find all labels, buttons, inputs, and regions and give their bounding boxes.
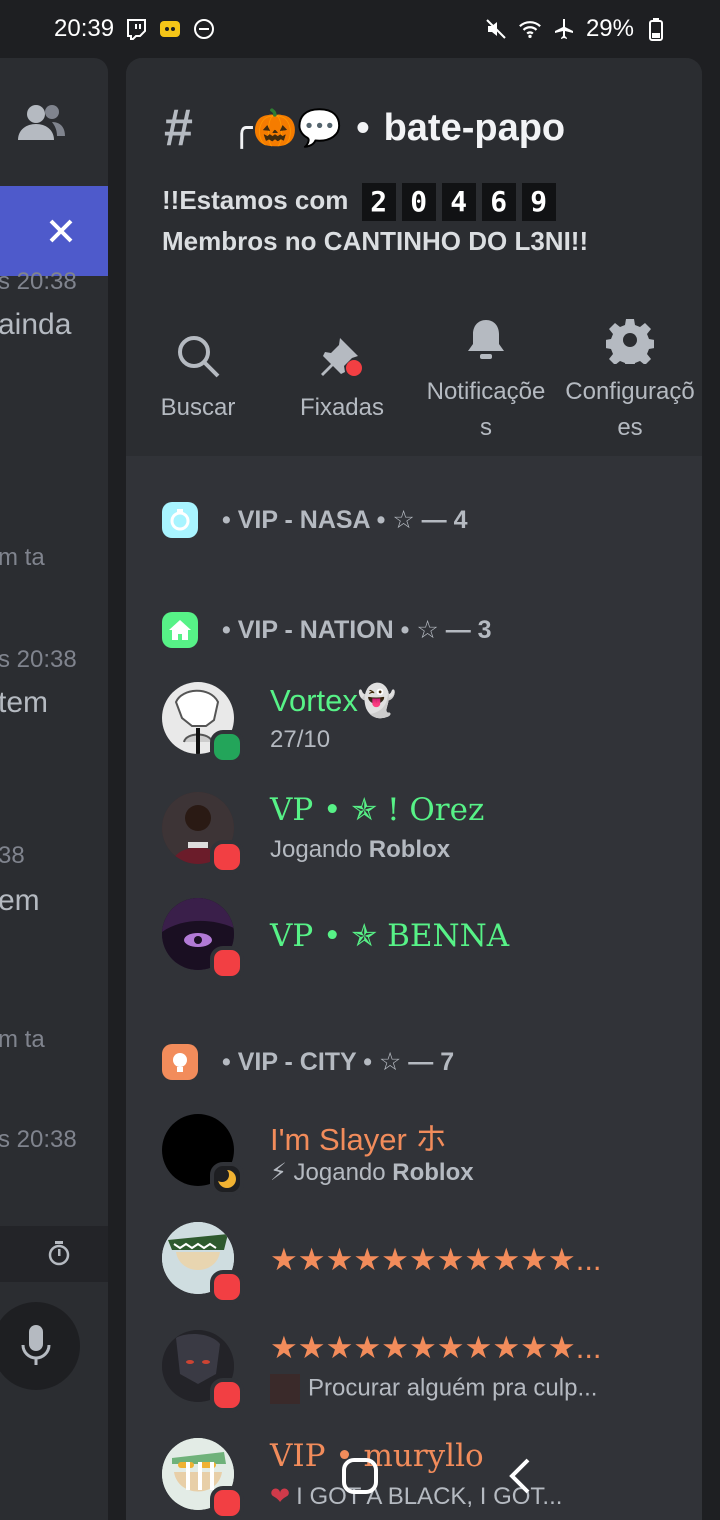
member-name: ★★★★★★★★★★★... bbox=[270, 1242, 602, 1277]
topic-suffix: Membros no CANTINHO DO L3NI!! bbox=[162, 226, 589, 257]
member-activity: ⚡ Jogando Roblox bbox=[270, 1158, 474, 1187]
status-online-icon bbox=[210, 730, 244, 764]
member-row[interactable]: I'm Slayer ホ ⚡ Jogando Roblox bbox=[162, 1114, 682, 1196]
home-nav-icon[interactable] bbox=[340, 1456, 380, 1496]
counter-digit: 9 bbox=[521, 183, 556, 222]
channel-dot: • bbox=[356, 106, 370, 149]
airplane-mode-icon bbox=[552, 17, 576, 41]
role-header-nasa: • VIP - NASA • ☆ — 4 bbox=[162, 502, 468, 538]
member-row[interactable]: ★★★★★★★★★★★... Procurar alguém pra culp.… bbox=[162, 1330, 682, 1412]
system-navigation-bar bbox=[0, 1432, 720, 1520]
member-list: • VIP - NASA • ☆ — 4 • VIP - NATION • ☆ … bbox=[126, 456, 702, 1520]
wifi-icon bbox=[518, 17, 542, 41]
close-banner-icon[interactable] bbox=[46, 216, 76, 251]
status-time: 20:39 bbox=[54, 15, 115, 42]
channel-info-panel: # ╭🎃💬 • bate-papo !!Estamos com 2 0 4 6 … bbox=[126, 58, 702, 1520]
status-bar: 20:39 29% bbox=[0, 0, 720, 58]
app-notification-icon bbox=[158, 17, 182, 41]
gear-icon bbox=[606, 319, 654, 364]
notifications-button[interactable]: Notificaçõe s bbox=[414, 302, 558, 456]
member-name: VP • ✯ BENNA bbox=[270, 918, 510, 954]
message-snippet: em bbox=[0, 884, 40, 917]
battery-icon bbox=[644, 17, 668, 41]
member-row[interactable]: VP • ✯ ! Orez Jogando Roblox bbox=[162, 792, 682, 874]
mute-icon bbox=[484, 17, 508, 41]
activity-thumbnail bbox=[270, 1374, 300, 1404]
slowmode-bar bbox=[0, 1226, 108, 1282]
message-timestamp: s 20:38 bbox=[0, 268, 77, 295]
role-header-nation: • VIP - NATION • ☆ — 3 bbox=[162, 612, 492, 648]
member-row[interactable]: VP • ✯ BENNA bbox=[162, 898, 682, 980]
channel-hash-icon: # bbox=[164, 99, 193, 157]
search-icon bbox=[178, 336, 220, 378]
home-role-icon bbox=[162, 612, 198, 648]
pin-icon bbox=[321, 338, 362, 376]
members-icon[interactable] bbox=[16, 102, 66, 149]
member-row[interactable]: ★★★★★★★★★★★... bbox=[162, 1222, 682, 1304]
settings-button[interactable]: Configuraçõ es bbox=[558, 302, 702, 456]
role-header-city: • VIP - CITY • ☆ — 7 bbox=[162, 1044, 454, 1080]
member-name: VP • ✯ ! Orez bbox=[270, 792, 485, 828]
activity-prefix: Jogando bbox=[270, 836, 369, 863]
role-label: • VIP - CITY • ☆ — 7 bbox=[222, 1048, 455, 1076]
channel-toolbar: Buscar Fixadas Notificaçõe s Configuraçõ… bbox=[126, 302, 702, 456]
counter-digit: 4 bbox=[441, 183, 476, 222]
activity-game: Roblox bbox=[392, 1159, 474, 1186]
microphone-icon bbox=[21, 1325, 51, 1365]
chat-panel: s 20:38 ainda m ta s 20:38 tem 38 em m t… bbox=[0, 58, 108, 1520]
channel-emoji: ╭🎃💬 bbox=[230, 107, 343, 148]
member-activity: Jogando Roblox bbox=[270, 836, 450, 864]
channel-topic: !!Estamos com 2 0 4 6 9 Membros no CANTI… bbox=[162, 180, 682, 261]
bell-icon bbox=[468, 320, 504, 359]
settings-label: Configuraçõ es bbox=[565, 378, 695, 441]
pinned-label: Fixadas bbox=[299, 394, 385, 421]
member-name: ★★★★★★★★★★★... bbox=[270, 1330, 602, 1365]
status-dnd-icon bbox=[210, 1270, 244, 1304]
counter-digit: 0 bbox=[401, 183, 436, 222]
dnd-mode-icon bbox=[192, 17, 216, 41]
recent-apps-icon[interactable] bbox=[180, 1456, 220, 1496]
lightbulb-role-icon bbox=[162, 1044, 198, 1080]
message-snippet: m ta bbox=[0, 1026, 45, 1053]
battery-percent: 29% bbox=[585, 15, 634, 42]
counter-digit: 2 bbox=[361, 183, 396, 222]
role-label: • VIP - NATION • ☆ — 3 bbox=[222, 616, 492, 644]
message-snippet: tem bbox=[0, 686, 49, 719]
member-row[interactable]: Vortex👻 27/10 bbox=[162, 682, 682, 764]
topic-prefix: !!Estamos com bbox=[162, 185, 349, 215]
member-activity: 27/10 bbox=[270, 726, 331, 753]
search-button[interactable]: Buscar bbox=[126, 302, 270, 456]
activity-text: Procurar alguém pra culp... bbox=[308, 1374, 598, 1402]
member-activity: Procurar alguém pra culp... bbox=[270, 1374, 597, 1404]
message-timestamp: s 20:38 bbox=[0, 646, 77, 673]
timer-role-icon bbox=[162, 502, 198, 538]
voice-message-button[interactable] bbox=[0, 1302, 80, 1390]
member-counter: 2 0 4 6 9 bbox=[361, 183, 556, 222]
status-dnd-icon bbox=[210, 840, 244, 874]
twitch-icon bbox=[124, 17, 148, 41]
channel-name: bate-papo bbox=[383, 106, 566, 149]
message-snippet: ainda bbox=[0, 308, 72, 341]
pinned-button[interactable]: Fixadas bbox=[270, 302, 414, 456]
activity-prefix: ⚡ Jogando bbox=[270, 1159, 393, 1186]
message-timestamp: 38 bbox=[0, 842, 25, 869]
role-label: • VIP - NASA • ☆ — 4 bbox=[222, 506, 468, 534]
member-name: I'm Slayer ホ bbox=[270, 1122, 447, 1157]
status-dnd-icon bbox=[210, 1378, 244, 1412]
status-dnd-icon bbox=[210, 946, 244, 980]
counter-digit: 6 bbox=[481, 183, 516, 222]
back-nav-icon[interactable] bbox=[500, 1456, 540, 1496]
channel-title: # ╭🎃💬 • bate-papo bbox=[164, 98, 565, 158]
notifications-label: Notificaçõe s bbox=[426, 378, 546, 441]
timer-icon bbox=[48, 1241, 70, 1266]
activity-game: Roblox bbox=[368, 836, 451, 863]
status-idle-icon bbox=[210, 1162, 244, 1196]
member-name: Vortex👻 bbox=[270, 683, 397, 718]
message-timestamp: s 20:38 bbox=[0, 1126, 77, 1153]
channel-header: # ╭🎃💬 • bate-papo !!Estamos com 2 0 4 6 … bbox=[126, 58, 702, 304]
search-label: Buscar bbox=[160, 394, 236, 421]
message-snippet: m ta bbox=[0, 544, 45, 571]
